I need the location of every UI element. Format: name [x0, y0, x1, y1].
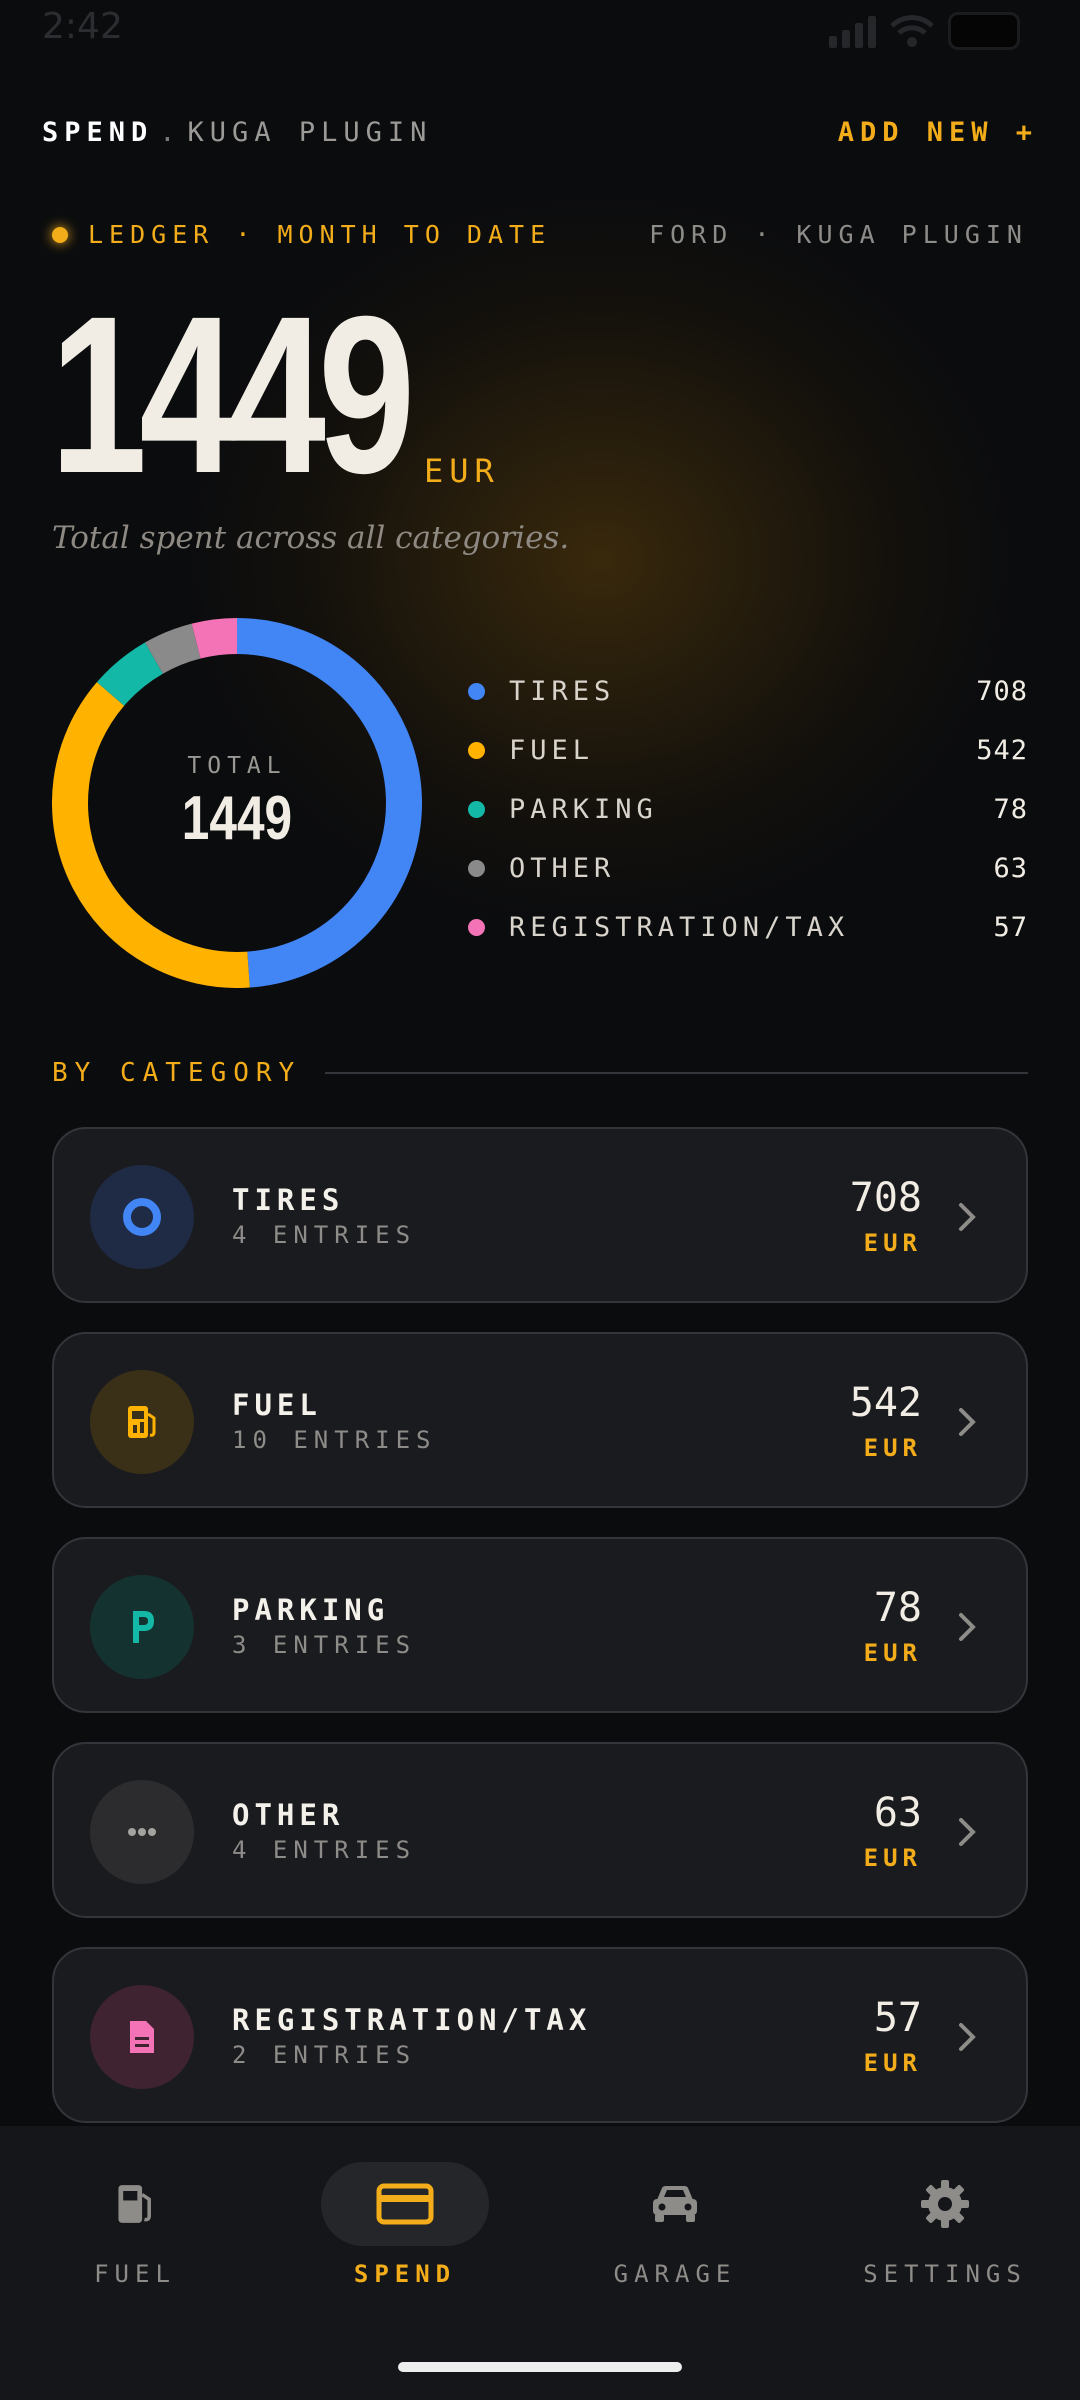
category-name: OTHER — [232, 1798, 345, 1832]
section-divider — [325, 1072, 1028, 1074]
document-icon — [90, 1985, 194, 2089]
fuel-pump-icon — [118, 2185, 151, 2223]
legend-name: TIRES — [509, 676, 616, 707]
legend-value: 63 — [993, 853, 1028, 884]
category-card-other[interactable]: OTHER 4 ENTRIES 63 EUR — [52, 1742, 1028, 1918]
wifi-icon — [890, 15, 934, 47]
legend-item-registration-tax: REGISTRATION/TAX 57 — [468, 898, 1028, 957]
category-entries: 4 ENTRIES — [232, 1221, 417, 1249]
category-name: PARKING — [232, 1593, 390, 1627]
total-caption: Total spent across all categories. — [52, 520, 570, 556]
home-indicator[interactable] — [398, 2362, 682, 2372]
parking-icon — [90, 1575, 194, 1679]
nav-label: FUEL — [94, 2260, 176, 2288]
live-dot-icon — [52, 226, 68, 243]
category-name: REGISTRATION/TAX — [232, 2003, 592, 2037]
status-bar: 2:42 — [0, 0, 1080, 60]
total-currency: EUR — [424, 452, 500, 490]
top-bar: SPEND. KUGA PLUGIN ADD NEW + — [42, 112, 1038, 152]
category-currency: EUR — [863, 2049, 922, 2077]
chevron-right-icon — [959, 1203, 976, 1231]
nav-label: SPEND — [353, 2260, 457, 2288]
add-new-button[interactable]: ADD NEW + — [838, 117, 1038, 148]
legend-value: 57 — [993, 912, 1028, 943]
category-entries: 4 ENTRIES — [232, 1836, 417, 1864]
fuel-pump-icon — [90, 1370, 194, 1474]
category-card-parking[interactable]: PARKING 3 ENTRIES 78 EUR — [52, 1537, 1028, 1713]
category-entries: 2 ENTRIES — [232, 2041, 417, 2069]
credit-card-icon — [376, 2183, 434, 2225]
category-amount: 57 — [873, 1995, 922, 2041]
category-card-tires[interactable]: TIRES 4 ENTRIES 708 EUR — [52, 1127, 1028, 1303]
category-name: TIRES — [232, 1183, 345, 1217]
legend-name: FUEL — [509, 735, 595, 766]
legend-name: OTHER — [509, 853, 616, 884]
nav-label: SETTINGS — [863, 2260, 1027, 2288]
legend-item-other: OTHER 63 — [468, 839, 1028, 898]
chevron-right-icon — [959, 2023, 976, 2051]
signal-icon — [829, 14, 876, 48]
donut-center-label: TOTAL — [187, 752, 287, 779]
category-amount: 78 — [873, 1585, 922, 1631]
legend-value: 78 — [993, 794, 1028, 825]
legend-name: PARKING — [509, 794, 658, 825]
section-header: BY CATEGORY — [52, 1055, 1028, 1091]
section-title: BY CATEGORY — [52, 1058, 302, 1088]
vehicle-label: FORD · KUGA PLUGIN — [649, 220, 1028, 249]
chart-legend: TIRES 708 FUEL 542 PARKING 78 OTHER 63 R… — [468, 662, 1028, 957]
category-amount: 542 — [849, 1380, 922, 1426]
legend-value: 708 — [976, 676, 1028, 707]
bottom-navigation: FUEL SPEND GARAGE SETTINGS — [0, 2126, 1080, 2400]
category-card-registration-tax[interactable]: REGISTRATION/TAX 2 ENTRIES 57 EUR — [52, 1947, 1028, 2123]
chevron-right-icon — [959, 1818, 976, 1846]
spend-donut-chart: TOTAL 1449 — [52, 618, 422, 988]
legend-dot — [468, 801, 485, 818]
screen-title: SPEND. KUGA PLUGIN — [42, 116, 433, 148]
legend-value: 542 — [976, 735, 1028, 766]
gear-icon — [921, 2180, 969, 2228]
category-currency: EUR — [863, 1844, 922, 1872]
tire-icon — [90, 1165, 194, 1269]
car-icon — [653, 2186, 697, 2222]
chevron-right-icon — [959, 1408, 976, 1436]
legend-name: REGISTRATION/TAX — [509, 912, 850, 943]
legend-dot — [468, 860, 485, 877]
category-amount: 708 — [849, 1175, 922, 1221]
category-name: FUEL — [232, 1388, 322, 1422]
battery-icon — [948, 12, 1020, 50]
legend-dot — [468, 742, 485, 759]
donut-center-value: 1449 — [181, 783, 293, 853]
nav-tab-garage[interactable]: GARAGE — [540, 2162, 810, 2332]
category-entries: 3 ENTRIES — [232, 1631, 417, 1659]
category-currency: EUR — [863, 1639, 922, 1667]
total-amount: 1449 EUR — [50, 270, 508, 520]
chevron-right-icon — [959, 1613, 976, 1641]
legend-dot — [468, 683, 485, 700]
category-currency: EUR — [863, 1229, 922, 1257]
nav-label: GARAGE — [613, 2260, 737, 2288]
category-currency: EUR — [863, 1434, 922, 1462]
legend-item-fuel: FUEL 542 — [468, 721, 1028, 780]
more-dots-icon — [90, 1780, 194, 1884]
status-time: 2:42 — [42, 6, 123, 47]
legend-item-parking: PARKING 78 — [468, 780, 1028, 839]
nav-tab-spend[interactable]: SPEND — [270, 2162, 540, 2332]
category-list: TIRES 4 ENTRIES 708 EUR FUEL 10 ENTRIES … — [52, 1127, 1028, 2152]
category-amount: 63 — [873, 1790, 922, 1836]
legend-item-tires: TIRES 708 — [468, 662, 1028, 721]
ledger-row: LEDGER · MONTH TO DATE FORD · KUGA PLUGI… — [52, 220, 1028, 249]
nav-tab-fuel[interactable]: FUEL — [0, 2162, 270, 2332]
category-card-fuel[interactable]: FUEL 10 ENTRIES 542 EUR — [52, 1332, 1028, 1508]
category-entries: 10 ENTRIES — [232, 1426, 437, 1454]
total-value: 1449 — [50, 270, 415, 520]
legend-dot — [468, 919, 485, 936]
ledger-label: LEDGER · MONTH TO DATE — [88, 220, 552, 249]
nav-tab-settings[interactable]: SETTINGS — [810, 2162, 1080, 2332]
